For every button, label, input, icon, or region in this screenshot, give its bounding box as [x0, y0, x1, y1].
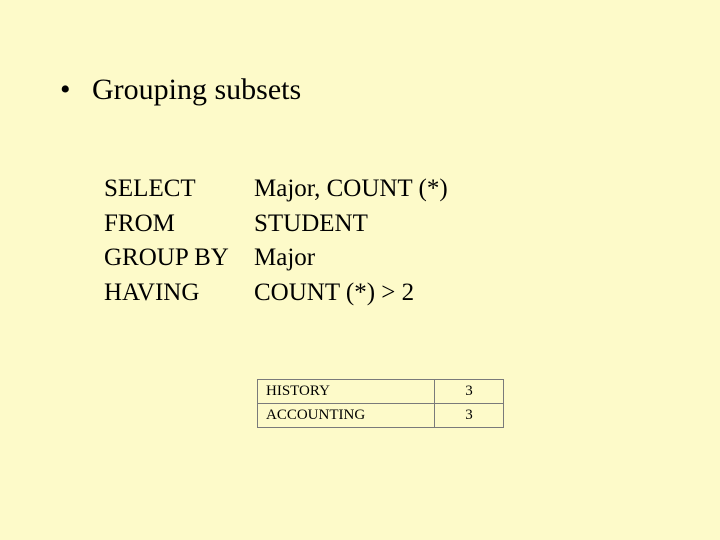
sql-keyword: FROM	[104, 207, 254, 242]
table-row: HISTORY 3	[258, 380, 504, 404]
result-table: HISTORY 3 ACCOUNTING 3	[257, 379, 504, 428]
sql-clause: STUDENT	[254, 207, 368, 242]
slide: • Grouping subsets SELECT Major, COUNT (…	[0, 0, 720, 540]
sql-row: FROM STUDENT	[104, 207, 448, 242]
sql-row: GROUP BY Major	[104, 241, 448, 276]
result-count-cell: 3	[435, 404, 504, 428]
sql-clause: Major	[254, 241, 315, 276]
bullet-text: Grouping subsets	[92, 72, 301, 108]
sql-clause: Major, COUNT (*)	[254, 172, 448, 207]
sql-keyword: SELECT	[104, 172, 254, 207]
sql-block: SELECT Major, COUNT (*) FROM STUDENT GRO…	[104, 172, 448, 310]
sql-row: SELECT Major, COUNT (*)	[104, 172, 448, 207]
bullet-item: • Grouping subsets	[60, 72, 301, 108]
result-count-cell: 3	[435, 380, 504, 404]
sql-keyword: GROUP BY	[104, 241, 254, 276]
bullet-dot-icon: •	[60, 72, 78, 108]
sql-keyword: HAVING	[104, 276, 254, 311]
sql-row: HAVING COUNT (*) > 2	[104, 276, 448, 311]
sql-clause: COUNT (*) > 2	[254, 276, 414, 311]
result-major-cell: ACCOUNTING	[258, 404, 435, 428]
table-row: ACCOUNTING 3	[258, 404, 504, 428]
result-major-cell: HISTORY	[258, 380, 435, 404]
